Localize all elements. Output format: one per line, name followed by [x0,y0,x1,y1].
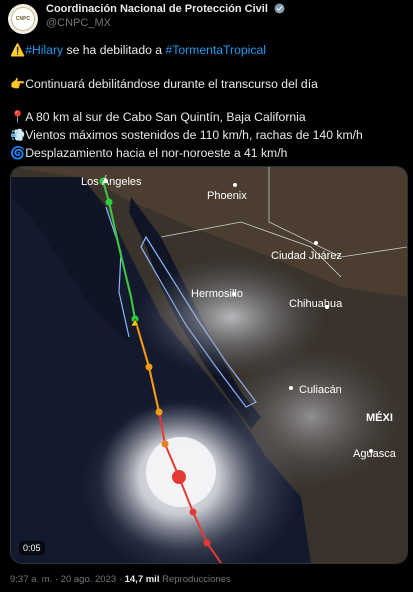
views-label: Reproducciones [159,574,231,585]
video-timestamp: 0:05 [19,541,45,555]
label-los-angeles: Los Ángeles [81,175,142,188]
avatar-logo: CNPC [11,7,35,31]
pin-icon: 📍 [10,110,26,124]
tweet-line-1: ⚠️#Hilary se ha debilitado a #TormentaTr… [10,42,406,58]
satellite-video[interactable]: Los Ángeles Phoenix Ciudad Juárez Hermos… [10,166,408,564]
label-mexico: MÉXI [366,411,393,424]
avatar[interactable]: CNPC [8,4,38,34]
label-hermosillo: Hermosillo [191,288,243,300]
label-ciudad-juarez: Ciudad Juárez [271,250,342,262]
label-phoenix: Phoenix [207,190,247,202]
pointing-hand-icon: 👉 [10,77,26,91]
verified-badge-icon [274,3,285,14]
tweet-timestamp[interactable]: 9:37 a. m. · 20 ago. 2023 · [10,574,125,585]
tweet-line-4: 💨Vientos máximos sostenidos de 110 km/h,… [10,127,406,143]
satellite-map: Los Ángeles Phoenix Ciudad Juárez Hermos… [11,167,407,563]
account-handle[interactable]: @CNPC_MX [46,17,111,29]
label-chihuahua: Chihuahua [289,298,343,310]
tweet-line-2: 👉Continuará debilitándose durante el tra… [10,76,406,92]
view-count: 14,7 mil [124,574,160,585]
warning-icon: ⚠️ [10,43,26,57]
tweet-text: A 80 km al sur de Cabo San Quintín, Baja… [25,110,306,124]
hashtag-tormenta-tropical[interactable]: #TormentaTropical [165,43,265,57]
wind-icon: 💨 [10,128,26,142]
hurricane-center-icon [172,470,186,484]
tweet-line-5: 🌀Desplazamiento hacia el nor-noroeste a … [10,145,406,161]
tweet-line-3: 📍A 80 km al sur de Cabo San Quintín, Baj… [10,109,406,125]
tweet-footer: 9:37 a. m. · 20 ago. 2023 · 14,7 mil Rep… [10,574,231,585]
cyclone-icon: 🌀 [10,146,26,160]
tweet-text: Continuará debilitándose durante el tran… [25,77,318,91]
tweet-text: se ha debilitado a [63,43,166,57]
label-aguascalientes: Aguasca [353,448,397,460]
account-name-text: Coordinación Nacional de Protección Civi… [46,3,268,15]
tweet-text: Vientos máximos sostenidos de 110 km/h, … [25,128,363,142]
hashtag-hilary[interactable]: #Hilary [25,43,63,57]
tweet-text: Desplazamiento hacia el nor-noroeste a 4… [25,146,288,160]
label-culiacan: Culiacán [299,384,342,396]
account-name[interactable]: Coordinación Nacional de Protección Civi… [46,3,285,15]
